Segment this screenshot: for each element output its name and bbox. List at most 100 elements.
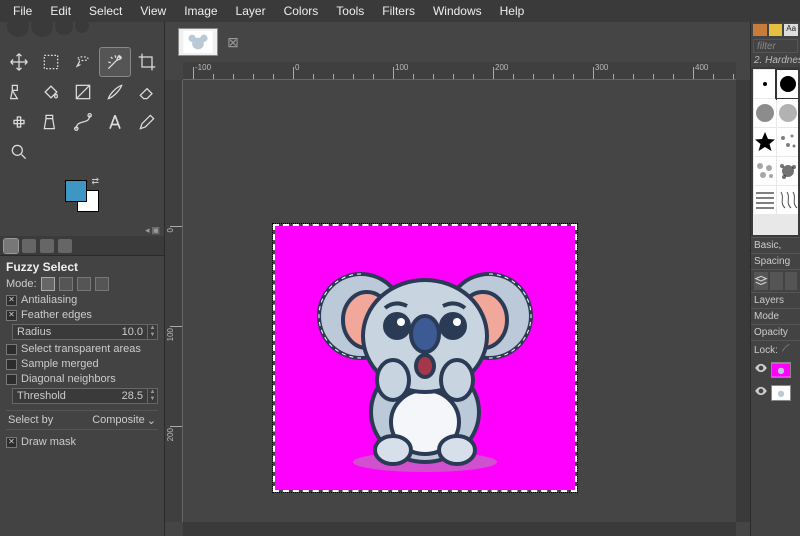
- layers-panel-title: Layers: [751, 292, 800, 308]
- feather-edges-checkbox[interactable]: ✕: [6, 310, 17, 321]
- brush-item[interactable]: [754, 186, 776, 214]
- brushes-tab-icon[interactable]: [753, 24, 767, 36]
- transform-tool[interactable]: [4, 78, 34, 106]
- mode-intersect-icon[interactable]: [95, 277, 109, 291]
- chevron-down-icon: ⌄: [147, 414, 156, 427]
- brush-item[interactable]: [777, 70, 798, 98]
- select-transparent-label: Select transparent areas: [21, 343, 141, 355]
- gradient-tool[interactable]: [68, 78, 98, 106]
- bucket-fill-tool[interactable]: [36, 78, 66, 106]
- select-transparent-checkbox[interactable]: [6, 344, 17, 355]
- threshold-field[interactable]: Threshold28.5▲▼: [12, 388, 158, 404]
- clone-tool[interactable]: [36, 108, 66, 136]
- visibility-eye-icon[interactable]: [754, 361, 768, 378]
- paths-tool[interactable]: [68, 108, 98, 136]
- channels-tab-icon[interactable]: [770, 272, 783, 290]
- brush-item[interactable]: [777, 186, 798, 214]
- select-by-row[interactable]: Select by Composite ⌄: [6, 410, 158, 430]
- brush-item[interactable]: [777, 128, 798, 156]
- menu-bar: FileEditSelectViewImageLayerColorsToolsF…: [0, 0, 800, 22]
- tool-options-tab-icon[interactable]: [4, 239, 18, 253]
- feather-edges-row[interactable]: ✕Feather edges: [6, 309, 158, 321]
- draw-mask-checkbox[interactable]: ✕: [6, 437, 17, 448]
- menu-filters[interactable]: Filters: [373, 1, 424, 21]
- wilber-logo: [0, 22, 164, 44]
- document-tab-thumbnail[interactable]: [178, 28, 218, 56]
- draw-mask-label: Draw mask: [21, 436, 76, 448]
- dock-handle[interactable]: ◂▣: [0, 224, 164, 236]
- patterns-tab-icon[interactable]: [769, 24, 783, 36]
- brush-item[interactable]: [754, 70, 776, 98]
- layer-thumbnail[interactable]: [771, 385, 791, 401]
- diagonal-neighbors-label: Diagonal neighbors: [21, 373, 116, 385]
- layer-mode-row[interactable]: Mode: [751, 308, 800, 324]
- diagonal-neighbors-checkbox[interactable]: [6, 374, 17, 385]
- move-tool[interactable]: [4, 48, 34, 76]
- device-status-tab-icon[interactable]: [22, 239, 36, 253]
- right-dock-tabs: Aa: [751, 22, 800, 38]
- color-picker-tool[interactable]: [132, 108, 162, 136]
- eraser-tool[interactable]: [132, 78, 162, 106]
- brush-filter-input[interactable]: filter: [753, 39, 798, 53]
- sample-merged-checkbox[interactable]: [6, 359, 17, 370]
- sample-merged-label: Sample merged: [21, 358, 99, 370]
- layer-thumbnail[interactable]: [771, 362, 791, 378]
- brush-item[interactable]: [754, 128, 776, 156]
- brush-item[interactable]: [754, 157, 776, 185]
- menu-tools[interactable]: Tools: [327, 1, 373, 21]
- images-tab-icon[interactable]: [58, 239, 72, 253]
- layer-lock-row[interactable]: Lock:: [751, 340, 800, 358]
- active-brush-label: 2. Hardness: [751, 54, 800, 67]
- paintbrush-tool[interactable]: [100, 78, 130, 106]
- rectangle-select-tool[interactable]: [36, 48, 66, 76]
- horizontal-ruler[interactable]: -1000100200300400: [183, 62, 736, 80]
- menu-view[interactable]: View: [131, 1, 175, 21]
- right-dock: Aa filter 2. Hardness Basic, Spacing Lay…: [750, 22, 800, 536]
- select-transparent-row[interactable]: Select transparent areas: [6, 343, 158, 355]
- menu-image[interactable]: Image: [175, 1, 226, 21]
- crop-tool[interactable]: [132, 48, 162, 76]
- mode-label: Mode:: [6, 278, 37, 290]
- horizontal-scrollbar[interactable]: [183, 522, 736, 536]
- swap-colors-icon[interactable]: ⇄: [91, 176, 99, 187]
- radius-field[interactable]: Radius10.0▲▼: [12, 324, 158, 340]
- text-tool[interactable]: [100, 108, 130, 136]
- menu-layer[interactable]: Layer: [227, 1, 275, 21]
- radius-row: Radius10.0▲▼: [6, 324, 158, 340]
- vertical-scrollbar[interactable]: [736, 80, 750, 522]
- layers-tab-icon[interactable]: [754, 272, 768, 290]
- layer-opacity-row[interactable]: Opacity: [751, 324, 800, 340]
- sample-merged-row[interactable]: Sample merged: [6, 358, 158, 370]
- heal-tool[interactable]: [4, 108, 34, 136]
- brush-item[interactable]: [777, 157, 798, 185]
- brush-item[interactable]: [777, 99, 798, 127]
- diagonal-neighbors-row[interactable]: Diagonal neighbors: [6, 373, 158, 385]
- canvas-image[interactable]: [275, 226, 575, 490]
- image-viewport[interactable]: [183, 80, 736, 522]
- layer-row[interactable]: [751, 358, 800, 381]
- fuzzy-select-tool[interactable]: [100, 48, 130, 76]
- brush-item[interactable]: [754, 99, 776, 127]
- paths-tab-icon[interactable]: [785, 272, 798, 290]
- layer-row[interactable]: [751, 381, 800, 404]
- close-tab-icon[interactable]: ⊠: [226, 35, 240, 49]
- menu-help[interactable]: Help: [491, 1, 534, 21]
- zoom-tool[interactable]: [4, 138, 34, 166]
- mode-replace-icon[interactable]: [41, 277, 55, 291]
- vertical-ruler[interactable]: 0100200: [165, 80, 183, 522]
- fonts-tab-icon[interactable]: Aa: [784, 24, 798, 36]
- mode-add-icon[interactable]: [59, 277, 73, 291]
- select-by-label: Select by: [8, 414, 53, 426]
- antialiasing-label: Antialiasing: [21, 294, 77, 306]
- mode-subtract-icon[interactable]: [77, 277, 91, 291]
- free-select-tool[interactable]: [68, 48, 98, 76]
- menu-windows[interactable]: Windows: [424, 1, 491, 21]
- spacing-label[interactable]: Spacing: [751, 253, 800, 269]
- undo-history-tab-icon[interactable]: [40, 239, 54, 253]
- menu-colors[interactable]: Colors: [275, 1, 328, 21]
- draw-mask-row[interactable]: ✕ Draw mask: [6, 436, 158, 448]
- visibility-eye-icon[interactable]: [754, 384, 768, 401]
- antialiasing-checkbox[interactable]: ✕: [6, 295, 17, 306]
- antialiasing-row[interactable]: ✕ Antialiasing: [6, 294, 158, 306]
- foreground-color[interactable]: [65, 180, 87, 202]
